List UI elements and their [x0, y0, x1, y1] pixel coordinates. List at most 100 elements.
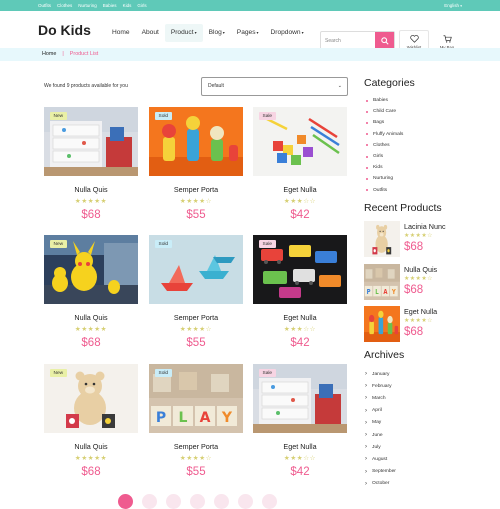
product-name[interactable]: Semper Porta [149, 442, 243, 451]
bullet-icon [366, 110, 368, 113]
recent-product[interactable]: Eget Nulla ★★★★☆ $68 [364, 306, 484, 342]
nav-about[interactable]: About [136, 24, 165, 42]
category-item[interactable]: Babies [364, 95, 415, 106]
top-link[interactable]: Kids [123, 0, 132, 11]
category-item[interactable]: Bags [364, 117, 415, 128]
bullet-icon [366, 189, 368, 192]
archive-item[interactable]: › June [364, 429, 404, 441]
product-card[interactable]: Sold Semper Porta ★★★★☆ $55 [149, 235, 243, 349]
sort-select[interactable]: Default ⌄ [201, 77, 348, 96]
top-link[interactable]: Babies [103, 0, 117, 11]
category-item[interactable]: Child Care [364, 106, 415, 117]
logo[interactable]: Do Kids [38, 22, 91, 38]
nav-label: About [141, 29, 159, 36]
product-image[interactable]: Sale [253, 107, 347, 176]
page-button[interactable] [142, 494, 157, 509]
product-badge: New [50, 369, 67, 377]
page-button[interactable] [214, 494, 229, 509]
breadcrumb-home[interactable]: Home [42, 48, 56, 61]
product-card[interactable]: Sale Eget Nulla ★★★☆☆ $42 [253, 235, 347, 349]
product-image[interactable]: Sold [149, 107, 243, 176]
archive-item[interactable]: › April [364, 405, 404, 417]
page-button[interactable] [190, 494, 205, 509]
archive-item[interactable]: › August [364, 453, 404, 465]
svg-text:L: L [375, 287, 378, 296]
archive-item[interactable]: › February [364, 380, 404, 392]
bullet-icon [366, 166, 368, 169]
category-label: Babies [373, 98, 388, 104]
recent-product-image[interactable] [364, 221, 400, 257]
product-price: $42 [290, 466, 310, 478]
chevron-down-icon: ▾ [460, 4, 462, 8]
top-link[interactable]: Clothes [57, 0, 72, 11]
chevron-down-icon: ⌄ [337, 83, 342, 89]
nav-pages[interactable]: Pages ▾ [231, 24, 265, 42]
category-label: Outfits [373, 187, 388, 193]
archive-item[interactable]: › July [364, 441, 404, 453]
bullet-icon [366, 99, 368, 102]
recent-product-name[interactable]: Eget Nulla [404, 307, 437, 316]
nav-dropdown[interactable]: Dropdown ▾ [265, 24, 310, 42]
product-name[interactable]: Eget Nulla [253, 442, 347, 451]
nav-blog[interactable]: Blog ▾ [203, 24, 231, 42]
product-badge: Sold [155, 369, 172, 377]
product-image[interactable]: New [44, 107, 138, 176]
recent-product-image[interactable] [364, 306, 400, 342]
product-name[interactable]: Nulla Quis [44, 185, 138, 194]
product-image[interactable]: New [44, 235, 138, 304]
product-name[interactable]: Semper Porta [149, 185, 243, 194]
nav-label: Product [170, 29, 194, 36]
page-button[interactable] [238, 494, 253, 509]
top-link[interactable]: Outfits [38, 0, 51, 11]
product-name[interactable]: Eget Nulla [253, 185, 347, 194]
archive-item[interactable]: › October [364, 478, 404, 490]
top-links: Outfits Clothes Nurturing Babies Kids Gi… [38, 0, 153, 11]
top-link[interactable]: Nurturing [78, 0, 97, 11]
recent-product-name[interactable]: Nulla Quis [404, 265, 437, 274]
recent-product-name[interactable]: Lacinia Nunc [404, 222, 446, 231]
category-item[interactable]: Nurturing [364, 173, 415, 184]
heart-icon [409, 34, 419, 43]
product-card[interactable]: New Nulla Quis ★★★★★ $68 [44, 107, 138, 221]
recent-product-image[interactable]: P L A Y [364, 264, 400, 300]
category-item[interactable]: Outfits [364, 185, 415, 196]
product-rating: ★★★☆☆ [283, 455, 317, 462]
archive-item[interactable]: › March [364, 392, 404, 404]
product-image[interactable]: Sold [149, 235, 243, 304]
svg-text:Y: Y [391, 287, 396, 296]
product-image[interactable]: Sale [253, 364, 347, 433]
product-card[interactable]: Sold Semper Porta ★★★★☆ $55 [149, 107, 243, 221]
recent-product[interactable]: Lacinia Nunc ★★★★☆ $68 [364, 221, 484, 257]
product-name[interactable]: Semper Porta [149, 313, 243, 322]
product-name[interactable]: Eget Nulla [253, 313, 347, 322]
product-card[interactable]: New Nulla Quis ★★★★★ $68 [44, 364, 138, 478]
product-card[interactable]: Sale Eget Nulla ★★★☆☆ $42 [253, 107, 347, 221]
category-item[interactable]: Kids [364, 162, 415, 173]
product-card[interactable]: P L A Y Sold Semper Porta ★★★★☆ $55 [149, 364, 243, 478]
product-name[interactable]: Nulla Quis [44, 442, 138, 451]
category-item[interactable]: Girls [364, 151, 415, 162]
category-item[interactable]: Fluffy Animals [364, 129, 415, 140]
product-name[interactable]: Nulla Quis [44, 313, 138, 322]
archive-item[interactable]: › September [364, 466, 404, 478]
svg-text:P: P [367, 287, 371, 296]
recent-products-title: Recent Products [364, 202, 442, 214]
product-card[interactable]: New Nulla Quis ★★★★★ $68 [44, 235, 138, 349]
archive-item[interactable]: › January [364, 368, 404, 380]
category-item[interactable]: Clothes [364, 140, 415, 151]
product-card[interactable]: Sale Eget Nulla ★★★☆☆ $42 [253, 364, 347, 478]
nav-home[interactable]: Home [106, 24, 136, 42]
recent-product[interactable]: P L A Y Nulla Quis ★★★★☆ $68 [364, 264, 484, 300]
product-image[interactable]: Sale [253, 235, 347, 304]
product-price: $68 [81, 209, 101, 221]
page-button[interactable] [262, 494, 277, 509]
page-button[interactable] [118, 494, 133, 509]
top-link[interactable]: Girls [137, 0, 146, 11]
product-image[interactable]: New [44, 364, 138, 433]
product-image[interactable]: P L A Y Sold [149, 364, 243, 433]
chevron-right-icon: › [365, 371, 367, 378]
nav-product[interactable]: Product ▾ [164, 24, 203, 42]
page-button[interactable] [166, 494, 181, 509]
archive-label: March [372, 395, 386, 401]
archive-item[interactable]: › May [364, 417, 404, 429]
